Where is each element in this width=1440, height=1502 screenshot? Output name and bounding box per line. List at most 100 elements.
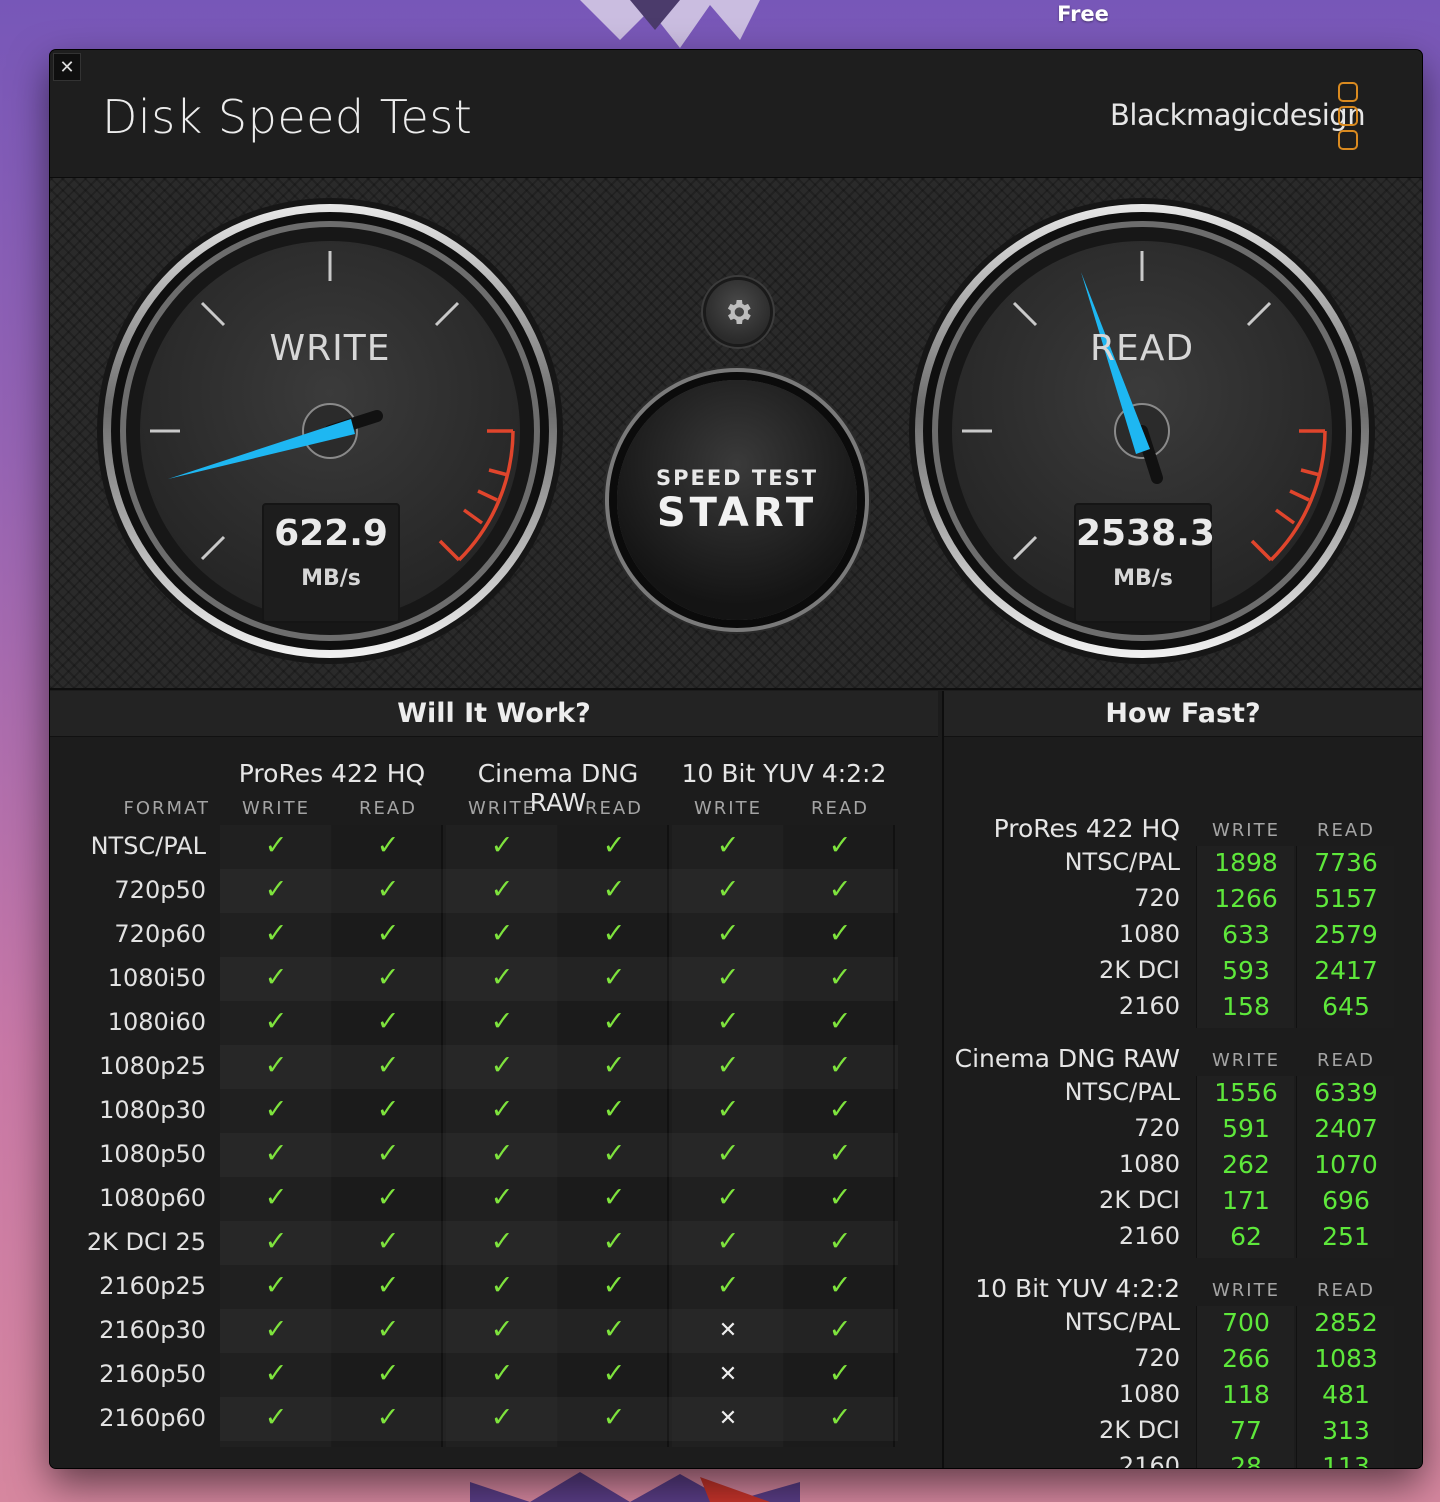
check-icon: ✓ [376,1182,400,1213]
fps-write-value: 118 [1222,1380,1270,1409]
how-fast-group-title: Cinema DNG RAW [954,1044,1180,1073]
check-icon: ✓ [602,874,626,905]
check-icon: ✓ [602,830,626,861]
how-fast-write-header: WRITE [1212,1050,1280,1071]
brand-logo-icon [1338,82,1360,154]
check-icon: ✓ [490,1006,514,1037]
write-gauge-label: WRITE [269,328,391,369]
how-fast-write-header: WRITE [1212,820,1280,841]
cross-icon: ✕ [718,1406,738,1431]
speed-test-start-button[interactable]: SPEED TEST START [617,380,857,620]
write-readout: 622.9 MB/s [262,503,400,623]
check-icon: ✓ [264,830,288,861]
cross-icon: ✕ [718,1362,738,1387]
check-icon: ✓ [264,1050,288,1081]
check-icon: ✓ [376,1226,400,1257]
check-icon: ✓ [828,918,852,949]
read-readout: 2538.3 MB/s [1074,503,1215,623]
check-icon: ✓ [264,1402,288,1433]
fps-read-value: 113 [1322,1452,1370,1468]
check-icon: ✓ [490,918,514,949]
fps-read-value: 7736 [1314,848,1378,877]
check-icon: ✓ [828,1402,852,1433]
how-fast-read-header: READ [1316,1050,1376,1071]
how-fast-group-title: 10 Bit YUV 4:2:2 [975,1274,1180,1303]
check-icon: ✓ [602,1358,626,1389]
check-icon: ✓ [376,918,400,949]
start-button-small-label: SPEED TEST [655,466,819,490]
check-icon: ✓ [716,1050,740,1081]
format-label: 720p60 [114,920,206,948]
check-icon: ✓ [490,1226,514,1257]
check-icon: ✓ [828,1050,852,1081]
check-icon: ✓ [490,1050,514,1081]
check-icon: ✓ [716,1226,740,1257]
check-icon: ✓ [716,1270,740,1301]
check-icon: ✓ [490,1094,514,1125]
fps-read-value: 2407 [1314,1114,1378,1143]
check-icon: ✓ [602,1138,626,1169]
check-icon: ✓ [490,1314,514,1345]
resolution-label: NTSC/PAL [1064,1078,1180,1106]
check-icon: ✓ [264,1270,288,1301]
format-label: 2160p30 [99,1316,206,1344]
settings-button[interactable] [706,280,770,344]
fps-read-value: 2417 [1314,956,1378,985]
format-label: 1080p60 [99,1184,206,1212]
fps-write-value: 1556 [1214,1078,1278,1107]
brand-name: Blackmagicdesign [1110,98,1366,132]
fps-read-value: 481 [1322,1380,1370,1409]
fps-write-value: 266 [1222,1344,1270,1373]
format-header: FORMAT [123,798,210,819]
check-icon: ✓ [490,1358,514,1389]
check-icon: ✓ [828,962,852,993]
check-icon: ✓ [828,1358,852,1389]
resolution-label: 1080 [1118,1150,1180,1178]
write-speed-unit: MB/s [301,566,361,591]
write-column-header: WRITE [694,798,762,819]
check-icon: ✓ [264,918,288,949]
desktop-free-label: Free [1057,2,1109,26]
fps-write-value: 1898 [1214,848,1278,877]
format-label: 1080p50 [99,1140,206,1168]
read-speed-unit: MB/s [1113,566,1173,591]
check-icon: ✓ [264,962,288,993]
how-fast-read-header: READ [1316,1280,1376,1301]
resolution-label: 2K DCI [1099,1186,1180,1214]
check-icon: ✓ [264,1358,288,1389]
check-icon: ✓ [716,1006,740,1037]
check-icon: ✓ [490,1182,514,1213]
check-icon: ✓ [376,1006,400,1037]
check-icon: ✓ [376,1050,400,1081]
close-button[interactable]: ✕ [53,53,81,81]
close-icon: ✕ [59,56,75,78]
check-icon: ✓ [602,1006,626,1037]
check-icon: ✓ [602,1182,626,1213]
format-label: 720p50 [114,876,206,904]
resolution-label: 2160 [1118,1222,1180,1250]
check-icon: ✓ [828,830,852,861]
fps-write-value: 28 [1230,1452,1262,1468]
check-icon: ✓ [716,1182,740,1213]
fps-write-value: 633 [1222,920,1270,949]
fps-read-value: 2579 [1314,920,1378,949]
resolution-label: 2K DCI [1099,1416,1180,1444]
check-icon: ✓ [264,1314,288,1345]
cross-icon: ✕ [718,1318,738,1343]
check-icon: ✓ [602,918,626,949]
fps-write-value: 1266 [1214,884,1278,913]
read-column-header: READ [358,798,418,819]
check-icon: ✓ [828,1314,852,1345]
check-icon: ✓ [376,1138,400,1169]
resolution-label: 2K DCI [1099,956,1180,984]
check-icon: ✓ [602,1270,626,1301]
how-fast-write-header: WRITE [1212,1280,1280,1301]
title-bar: ✕ Disk Speed Test Blackmagicdesign [50,50,1422,178]
will-it-work-panel: Will It Work? FORMAT ProRes 422 HQ WRITE RE… [50,691,938,1468]
check-icon: ✓ [828,1182,852,1213]
fps-write-value: 158 [1222,992,1270,1021]
check-icon: ✓ [716,962,740,993]
check-icon: ✓ [602,1226,626,1257]
read-column-header: READ [810,798,870,819]
check-icon: ✓ [716,918,740,949]
